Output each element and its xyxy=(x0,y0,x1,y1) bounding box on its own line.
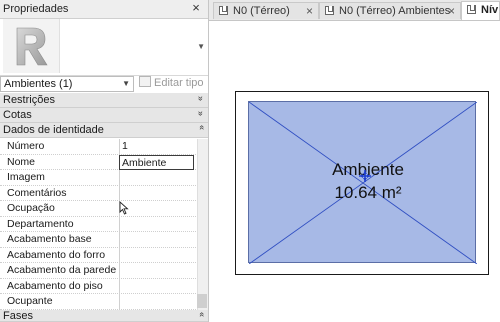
category-label: Dados de identidade xyxy=(3,124,104,136)
tab-label: N0 (Térreo) Ambientes xyxy=(339,5,451,17)
properties-panel: Propriedades × ▼ Ambientes (1) ▼ Editar … xyxy=(0,0,209,322)
property-row-comentarios[interactable]: Comentários xyxy=(0,185,196,201)
category-cotas[interactable]: Cotas » xyxy=(0,108,208,123)
property-value[interactable] xyxy=(119,294,194,309)
instance-filter-select[interactable]: Ambientes (1) ▼ xyxy=(0,76,134,92)
close-icon[interactable]: × xyxy=(306,4,313,18)
edit-type-label: Editar tipo xyxy=(154,77,204,89)
collapse-icon: » xyxy=(195,312,206,318)
tab-n0-terreo-ambientes[interactable]: N0 (Térreo) Ambientes × xyxy=(319,2,461,19)
property-row-ocupante[interactable]: Ocupante xyxy=(0,294,196,310)
property-value[interactable] xyxy=(119,278,194,294)
category-label: Cotas xyxy=(3,109,32,121)
category-fases[interactable]: Fases » xyxy=(0,310,208,322)
expand-icon: » xyxy=(195,95,206,101)
close-icon[interactable]: × xyxy=(448,4,455,18)
property-row-nome[interactable]: Nome Ambiente xyxy=(0,154,196,170)
floor-plan-view-icon xyxy=(219,6,228,15)
chevron-down-icon[interactable]: ▼ xyxy=(197,42,205,51)
scrollbar-thumb[interactable] xyxy=(197,294,207,308)
category-dados-identidade[interactable]: Dados de identidade » xyxy=(0,123,208,138)
property-row-acabamento-base[interactable]: Acabamento base xyxy=(0,232,196,248)
property-value[interactable] xyxy=(119,263,194,278)
expand-icon: » xyxy=(195,110,206,116)
properties-title: Propriedades xyxy=(3,3,69,15)
collapse-icon: » xyxy=(195,125,206,131)
property-row-numero[interactable]: Número 1 xyxy=(0,139,196,155)
property-name: Departamento xyxy=(7,217,74,230)
properties-scrollbar[interactable] xyxy=(197,139,208,310)
close-icon[interactable]: × xyxy=(190,1,202,14)
floor-plan-view-icon xyxy=(325,6,334,15)
property-value[interactable] xyxy=(119,232,194,247)
property-name: Acabamento base xyxy=(7,233,92,245)
room-tag-icon[interactable] xyxy=(359,170,371,185)
property-value[interactable] xyxy=(119,201,194,216)
instance-filter-value: Ambientes (1) xyxy=(4,78,73,90)
view-tab-bar: N0 (Térreo) × N0 (Térreo) Ambientes × Ní… xyxy=(209,0,500,21)
property-name: Ocupação xyxy=(7,202,55,214)
property-row-departamento[interactable]: Departamento xyxy=(0,216,196,232)
revit-logo-icon xyxy=(3,19,60,73)
tab-label: Nív xyxy=(481,4,499,16)
property-name: Acabamento da parede xyxy=(7,264,117,276)
property-name: Acabamento do piso xyxy=(7,279,103,292)
property-value[interactable] xyxy=(119,170,194,185)
property-value[interactable] xyxy=(119,185,194,201)
edit-type-button[interactable]: Editar tipo xyxy=(139,76,204,92)
category-restricoes[interactable]: Restrições » xyxy=(0,93,208,108)
property-row-acabamento-forro[interactable]: Acabamento do forro xyxy=(0,247,196,263)
property-name: Imagem xyxy=(7,171,45,183)
tab-nivel-active[interactable]: Nív xyxy=(461,1,500,20)
property-value[interactable]: 1 xyxy=(119,139,194,154)
floor-plan-view-icon xyxy=(467,5,476,14)
properties-title-bar: Propriedades xyxy=(0,0,208,19)
properties-grid: Número 1 Nome Ambiente Imagem Comentário… xyxy=(0,139,196,310)
property-value[interactable] xyxy=(119,216,194,232)
tab-label: N0 (Térreo) xyxy=(233,5,290,17)
tab-n0-terreo[interactable]: N0 (Térreo) × xyxy=(213,2,319,19)
property-name: Comentários xyxy=(7,186,67,199)
room-area-label: 10.64 m² xyxy=(334,183,402,202)
property-value[interactable] xyxy=(119,247,194,263)
property-name: Ocupante xyxy=(7,295,53,307)
property-row-ocupacao[interactable]: Ocupação xyxy=(0,201,196,217)
category-label: Fases xyxy=(3,310,33,322)
property-row-acabamento-parede[interactable]: Acabamento da parede xyxy=(0,263,196,279)
property-row-acabamento-piso[interactable]: Acabamento do piso xyxy=(0,278,196,294)
property-name: Nome xyxy=(7,155,36,168)
name-value-input[interactable]: Ambiente xyxy=(119,154,194,170)
property-row-imagem[interactable]: Imagem xyxy=(0,170,196,186)
edit-type-icon xyxy=(139,76,151,87)
category-label: Restrições xyxy=(3,94,55,106)
property-name: Acabamento do forro xyxy=(7,248,106,261)
property-name: Número xyxy=(7,140,45,152)
chevron-down-icon: ▼ xyxy=(122,79,130,88)
mouse-pointer-icon xyxy=(119,200,129,215)
